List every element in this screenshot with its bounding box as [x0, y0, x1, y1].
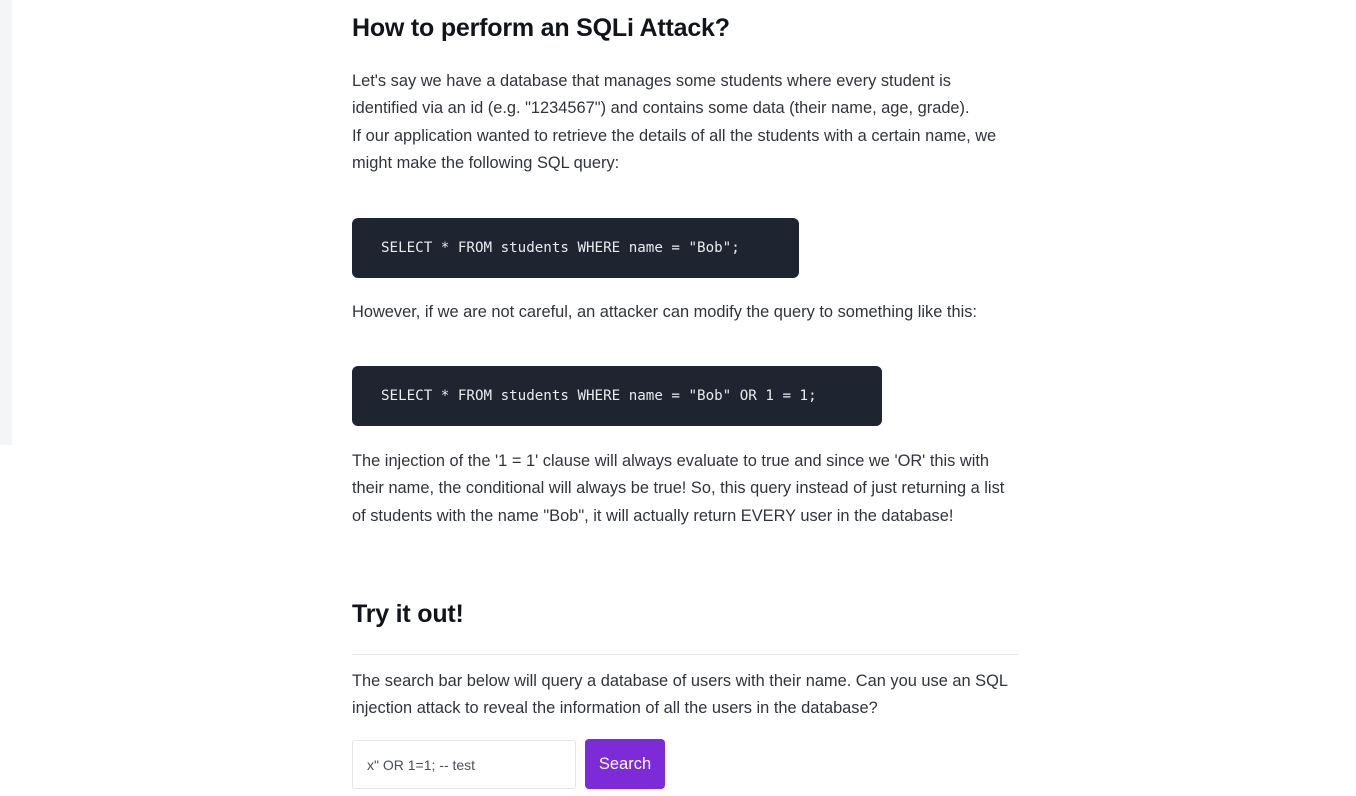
section-divider: [352, 654, 1018, 655]
search-button[interactable]: Search: [585, 739, 665, 789]
intro-paragraph: Let's say we have a database that manage…: [352, 68, 1012, 177]
search-input[interactable]: [352, 740, 576, 789]
section-heading-try-it-out: Try it out!: [352, 600, 464, 628]
intro-text: Let's say we have a database that manage…: [352, 72, 997, 172]
however-paragraph: However, if we are not careful, an attac…: [352, 303, 977, 321]
code-example-query-text: SELECT * FROM students WHERE name = "Bob…: [381, 240, 740, 256]
page-edge-shade: [0, 0, 12, 445]
code-example-injected-query-text: SELECT * FROM students WHERE name = "Bob…: [381, 388, 817, 404]
code-example-query: SELECT * FROM students WHERE name = "Bob…: [352, 218, 799, 278]
code-example-injected-query: SELECT * FROM students WHERE name = "Bob…: [352, 366, 882, 426]
injection-explanation-paragraph: The injection of the '1 = 1' clause will…: [352, 452, 1005, 525]
section-heading-sqli-attack: How to perform an SQLi Attack?: [352, 14, 730, 42]
search-description-paragraph: The search bar below will query a databa…: [352, 672, 1008, 718]
